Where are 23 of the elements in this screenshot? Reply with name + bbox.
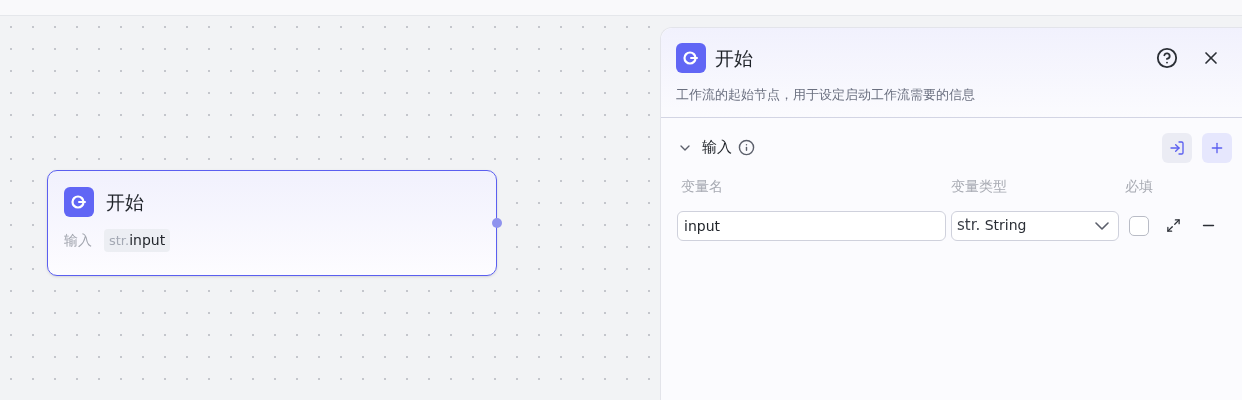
variable-tag: str.input	[104, 229, 171, 252]
panel-title: 开始	[715, 45, 753, 71]
expand-icon[interactable]	[1166, 218, 1181, 233]
help-icon[interactable]	[1156, 47, 1178, 69]
start-node-icon	[64, 187, 94, 217]
input-label: 输入	[64, 231, 92, 250]
add-button[interactable]	[1202, 132, 1232, 163]
column-header: 变量类型	[951, 176, 1008, 196]
variable-type-select[interactable]: str. String	[951, 210, 1119, 241]
required-checkbox[interactable]	[1129, 215, 1149, 236]
column-header: 变量名	[680, 176, 724, 196]
column-header: 必填	[1125, 176, 1153, 196]
node-title: 开始	[106, 189, 144, 215]
section-title: 输入	[702, 137, 732, 159]
import-icon	[1169, 139, 1185, 156]
panel-description: 工作流的起始节点，用于设定启动工作流需要的信息	[676, 86, 976, 104]
dropdown-icon	[1095, 221, 1109, 230]
import-button[interactable]	[1162, 132, 1192, 163]
variable-name-field[interactable]: input	[677, 210, 946, 241]
info-icon[interactable]	[738, 139, 755, 156]
output-handle[interactable]	[492, 218, 502, 228]
start-node[interactable]: 开始 输入 str.input	[47, 170, 497, 276]
start-node-icon	[676, 43, 706, 73]
